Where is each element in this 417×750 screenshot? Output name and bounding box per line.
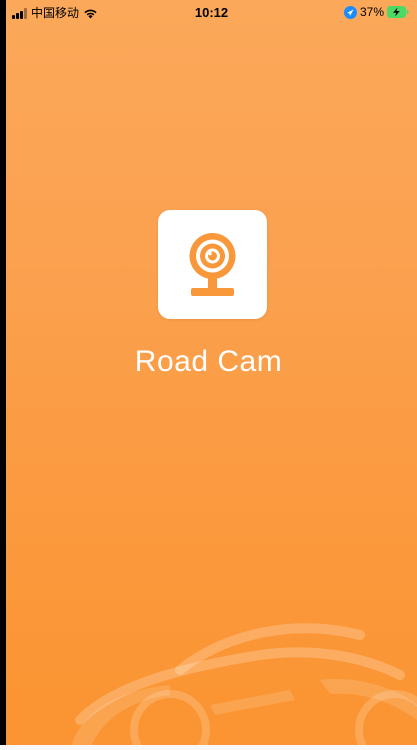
- screen-bottom-edge: [0, 745, 417, 750]
- app-logo: [158, 210, 267, 319]
- status-bar: 中国移动 10:12 37%: [6, 0, 417, 28]
- battery-percent: 37%: [359, 5, 384, 19]
- battery-charging-icon: [387, 6, 409, 18]
- splash-screen: 中国移动 10:12 37% Road Cam: [0, 0, 417, 750]
- app-name: Road Cam: [134, 345, 283, 378]
- car-watermark: [70, 623, 417, 750]
- location-icon: [343, 5, 357, 19]
- webcam-icon: [189, 233, 236, 296]
- status-right: 37%: [343, 5, 409, 19]
